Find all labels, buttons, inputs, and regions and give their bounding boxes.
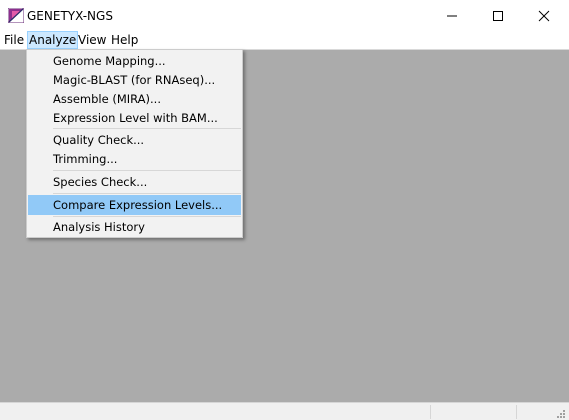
menu-item-label: Analysis History bbox=[53, 220, 145, 234]
menu-item-genome-mapping[interactable]: Genome Mapping... bbox=[28, 51, 241, 71]
menu-item-expression-level-bam[interactable]: Expression Level with BAM... bbox=[28, 108, 241, 128]
resize-grip-icon[interactable] bbox=[556, 409, 566, 419]
menu-item-label: Quality Check... bbox=[53, 133, 145, 147]
status-pane bbox=[516, 405, 517, 419]
analyze-dropdown-menu: Genome Mapping... Magic-BLAST (for RNAse… bbox=[26, 49, 243, 238]
maximize-icon bbox=[493, 11, 503, 21]
menu-item-label: Compare Expression Levels... bbox=[53, 198, 223, 212]
menu-item-species-check[interactable]: Species Check... bbox=[28, 172, 241, 192]
menu-help[interactable]: Help bbox=[109, 31, 140, 49]
menu-item-quality-check[interactable]: Quality Check... bbox=[28, 130, 241, 150]
menu-item-compare-expression-levels[interactable]: Compare Expression Levels... bbox=[28, 195, 241, 215]
menu-view[interactable]: View bbox=[76, 31, 108, 49]
menu-item-analysis-history[interactable]: Analysis History bbox=[28, 217, 241, 237]
close-button[interactable] bbox=[521, 0, 567, 31]
menu-separator bbox=[53, 193, 241, 194]
app-window: GENETYX-NGS File Analyze View Help Genom… bbox=[0, 0, 569, 420]
menu-item-assemble-mira[interactable]: Assemble (MIRA)... bbox=[28, 89, 241, 109]
genetyx-app-icon bbox=[8, 8, 24, 23]
status-pane bbox=[430, 405, 431, 419]
menu-item-label: Assemble (MIRA)... bbox=[53, 92, 161, 106]
minimize-button[interactable] bbox=[429, 0, 475, 31]
menu-item-label: Magic-BLAST (for RNAseq)... bbox=[53, 73, 216, 87]
menu-file[interactable]: File bbox=[2, 31, 26, 49]
menu-item-label: Expression Level with BAM... bbox=[53, 111, 218, 125]
title-bar[interactable]: GENETYX-NGS bbox=[0, 0, 569, 31]
menu-item-trimming[interactable]: Trimming... bbox=[28, 149, 241, 169]
menu-analyze[interactable]: Analyze bbox=[27, 31, 79, 49]
menu-bar: File Analyze View Help bbox=[0, 31, 569, 50]
minimize-icon bbox=[447, 15, 457, 17]
window-title: GENETYX-NGS bbox=[27, 9, 113, 23]
menu-item-label: Trimming... bbox=[53, 152, 118, 166]
menu-item-label: Genome Mapping... bbox=[53, 54, 166, 68]
menu-separator bbox=[53, 128, 241, 129]
menu-separator bbox=[53, 170, 241, 171]
status-bar bbox=[0, 402, 569, 420]
maximize-button[interactable] bbox=[475, 0, 521, 31]
close-icon bbox=[538, 10, 550, 22]
menu-item-magic-blast[interactable]: Magic-BLAST (for RNAseq)... bbox=[28, 70, 241, 90]
menu-item-label: Species Check... bbox=[53, 175, 148, 189]
